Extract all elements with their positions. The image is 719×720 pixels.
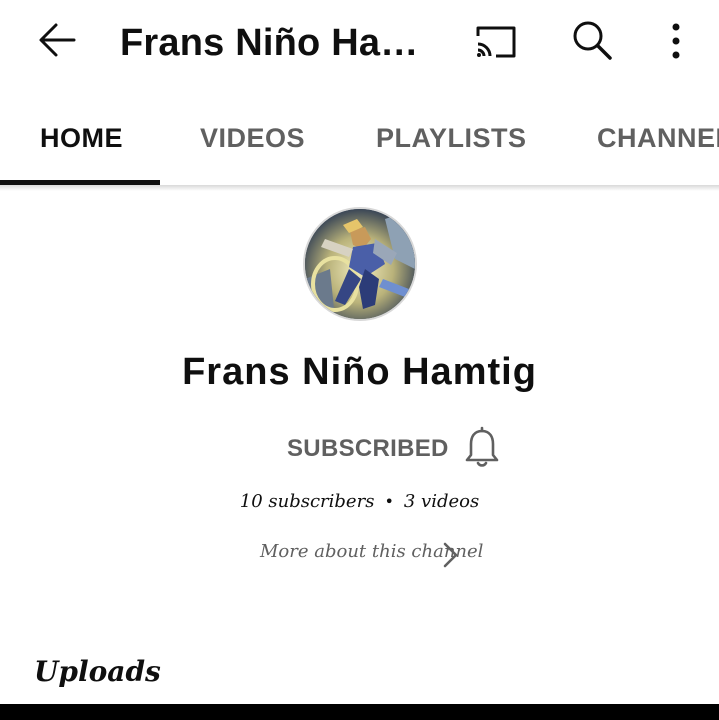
channel-stats: 10 subscribers • 3 videos [0, 488, 719, 516]
tab-channels[interactable]: CHANNEL [597, 88, 719, 185]
app-bar: Frans Niño Ham... [0, 0, 719, 88]
cast-icon[interactable] [472, 22, 520, 62]
uploads-section-title: Uploads [34, 655, 161, 688]
back-arrow-icon[interactable] [34, 20, 80, 60]
bell-icon[interactable] [464, 426, 500, 470]
tabs-divider [0, 185, 719, 191]
stats-separator: • [384, 492, 394, 511]
channel-avatar[interactable] [303, 207, 417, 321]
subscribed-button[interactable]: SUBSCRIBED [287, 432, 449, 466]
subscriber-count: 10 subscribers [239, 491, 375, 512]
video-thumbnail-strip[interactable] [0, 704, 719, 720]
more-vert-icon[interactable] [664, 20, 688, 62]
search-icon[interactable] [570, 18, 614, 62]
channel-name: Frans Niño Hamtig [182, 351, 537, 393]
chevron-right-icon[interactable] [440, 540, 462, 570]
page-title: Frans Niño Ham... [120, 22, 438, 64]
tab-videos[interactable]: VIDEOS [200, 88, 305, 185]
tab-home[interactable]: HOME [40, 88, 123, 185]
avatar-artwork [305, 209, 415, 319]
video-count: 3 videos [403, 491, 480, 512]
tab-playlists[interactable]: PLAYLISTS [376, 88, 527, 185]
channel-tabs: HOME VIDEOS PLAYLISTS CHANNEL [0, 88, 719, 185]
